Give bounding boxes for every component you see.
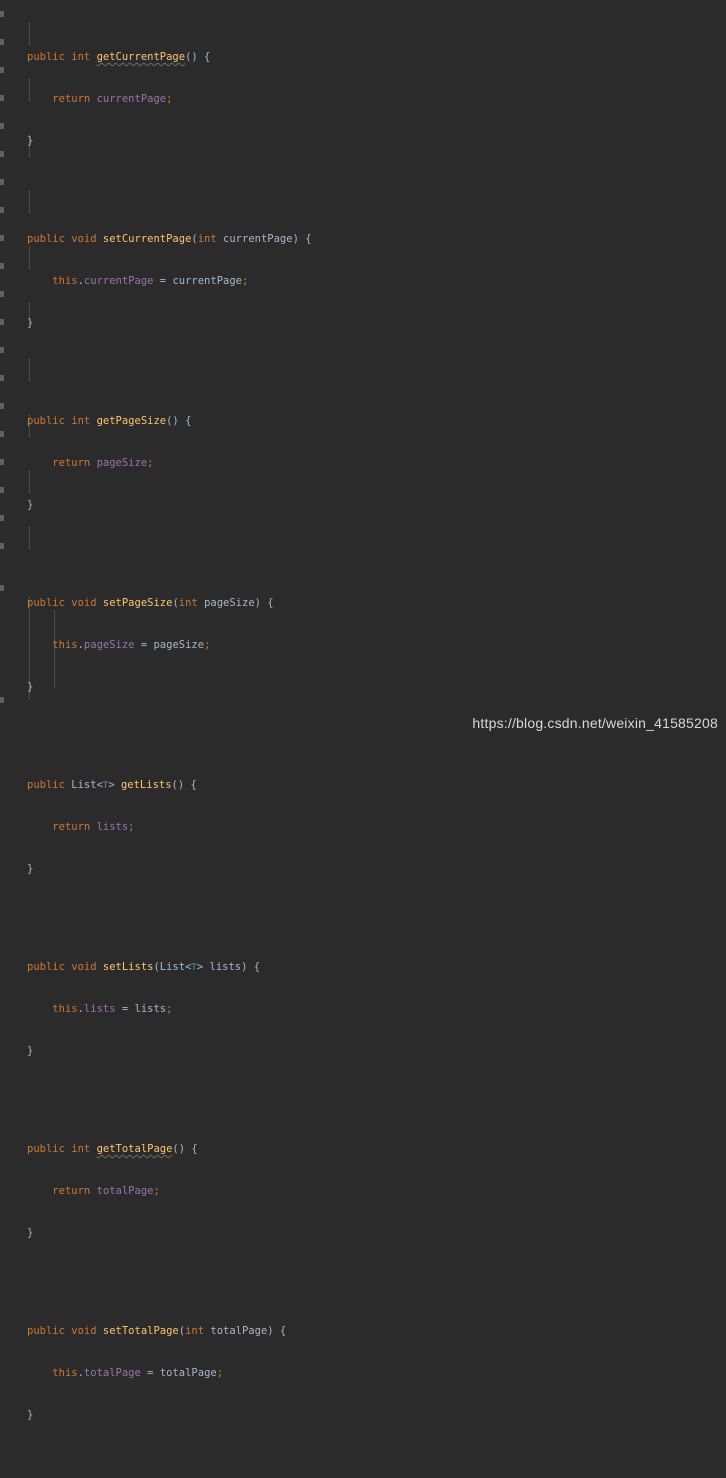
code-line[interactable]: this.pageSize = pageSize; [0,638,726,652]
code-line[interactable]: } [0,134,726,148]
code-line[interactable]: public int getTotalPage() { [0,1142,726,1156]
code-line[interactable]: this.currentPage = currentPage; [0,274,726,288]
code-line[interactable]: public void setTotalPage(int totalPage) … [0,1324,726,1338]
code-line[interactable] [0,1086,726,1100]
code-line[interactable]: return totalPage; [0,1184,726,1198]
method-name: setTotalPage [102,1325,179,1337]
method-name: getTotalPage [96,1143,173,1155]
code-line[interactable] [0,358,726,372]
code-line[interactable]: public void setLists(List<T> lists) { [0,960,726,974]
code-line[interactable]: return currentPage; [0,92,726,106]
watermark: https://blog.csdn.net/weixin_41585208 [472,715,718,731]
code-line[interactable]: } [0,680,726,694]
source-code[interactable]: public int getCurrentPage() { return cur… [0,0,726,1478]
code-line[interactable]: public void setCurrentPage(int currentPa… [0,232,726,246]
code-line[interactable]: public List<T> getLists() { [0,778,726,792]
code-line[interactable]: return pageSize; [0,456,726,470]
code-line[interactable]: return lists; [0,820,726,834]
code-line[interactable]: public void setPageSize(int pageSize) { [0,596,726,610]
code-line[interactable] [0,1450,726,1464]
method-name: setLists [102,961,154,973]
method-name: setPageSize [102,597,173,609]
code-line[interactable]: this.lists = lists; [0,1002,726,1016]
code-line[interactable] [0,1268,726,1282]
code-line[interactable]: } [0,1044,726,1058]
code-line[interactable]: } [0,498,726,512]
code-line[interactable] [0,176,726,190]
code-editor[interactable]: public int getCurrentPage() { return cur… [0,0,726,1421]
code-line[interactable]: } [0,1226,726,1240]
code-line[interactable]: } [0,316,726,330]
method-name: getPageSize [96,415,167,427]
code-line[interactable]: public int getCurrentPage() { [0,50,726,64]
code-line[interactable] [0,904,726,918]
code-line[interactable] [0,540,726,554]
code-line[interactable]: this.totalPage = totalPage; [0,1366,726,1380]
code-line[interactable]: } [0,1408,726,1422]
code-line[interactable]: public int getPageSize() { [0,414,726,428]
method-name: getLists [120,779,172,791]
code-line[interactable]: } [0,862,726,876]
method-name: setCurrentPage [102,233,192,245]
method-name: getCurrentPage [96,51,186,63]
